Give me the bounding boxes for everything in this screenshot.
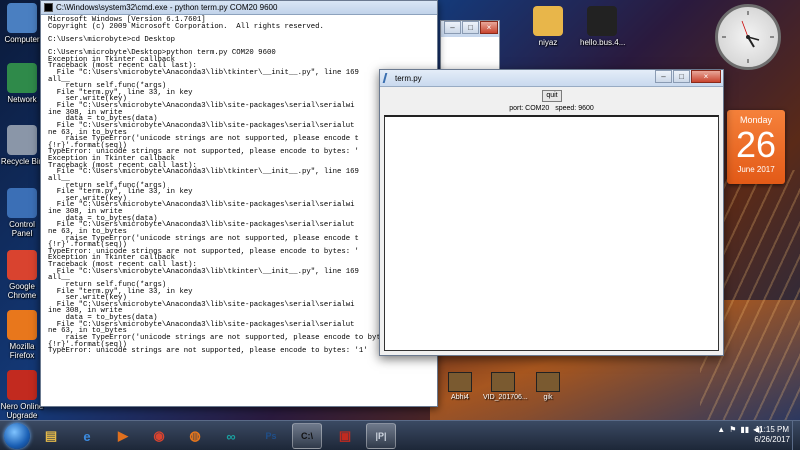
desktop-icon-label: Recycle Bin [0,157,44,166]
taskbar-button[interactable]: ◉ [144,423,174,449]
close-button[interactable]: × [691,70,721,83]
recycle-bin-icon [7,125,37,155]
quit-button[interactable]: quit [542,90,562,102]
show-desktop-button[interactable] [792,421,800,450]
desktop-file-label: VID_201706... [483,394,528,401]
network-icon [7,63,37,93]
desktop-icon[interactable]: Google Chrome [0,250,44,300]
network-tray-icon[interactable]: ▮▮ [740,425,749,434]
video-thumb-icon [448,372,472,392]
tray-arrow-icon[interactable]: ▲ [717,425,725,434]
desktop-file-icon[interactable]: Abhi4 [440,372,480,401]
desktop-file-label: gik [543,394,553,401]
explorer-icon: ▤ [44,428,58,443]
desktop-icon[interactable]: niyaz [526,6,570,47]
clock[interactable]: 11:15 PM 6/26/2017 [754,425,790,445]
blank-window-titlebar[interactable]: – □ × [441,21,499,37]
clock-face-icon [722,11,774,63]
arduino-icon: ∞ [226,428,236,444]
chrome-icon: ◉ [153,428,165,443]
ie-icon: e [83,428,91,444]
maximize-button[interactable]: □ [462,21,479,34]
computer-icon [7,3,37,33]
cmd-icon: C:\ [301,431,313,441]
desktop-icon-label: Control Panel [9,220,35,238]
control-panel-icon [7,188,37,218]
toolbox-icon: ▣ [338,428,352,443]
flag-icon[interactable]: ⚑ [729,425,736,434]
media-player-icon: ▶ [118,428,128,443]
desktop-file-label: Abhi4 [451,394,469,401]
maximize-button[interactable]: □ [673,70,690,83]
taskbar-button[interactable]: ▣ [330,423,360,449]
cmd-icon [44,3,53,12]
console-line: C:\Users\microbyte>cd Desktop [48,35,175,44]
desktop-icon-label: Network [7,95,37,104]
desktop-icon[interactable]: Control Panel [0,188,44,238]
term-title: term.py [395,73,422,83]
firefox-icon [7,310,37,340]
video-thumb-icon [536,372,560,392]
folder-icon [533,6,563,36]
clock-time: 11:15 PM [755,425,790,434]
desktop-file-icon[interactable]: VID_201706... [483,372,528,401]
taskbar-button[interactable]: e [72,423,102,449]
desktop-icon-label: Google Chrome [7,282,37,300]
desktop-icon[interactable]: Recycle Bin [0,125,44,166]
nero-icon [7,370,37,400]
cmd-titlebar[interactable]: C:\Windows\system32\cmd.exe - python ter… [41,1,437,15]
desktop-icon[interactable]: Computer [0,3,44,44]
port-label: port: COM20 [509,105,550,112]
taskbar-button[interactable]: Ps [256,423,286,449]
desktop-icon[interactable]: Network [0,63,44,104]
taskbar-button[interactable]: C:\ [292,423,322,449]
taskbar: ▤ e ▶ ◉ ◍ ∞ Ps C:\ ▣ |P| ▲ ⚑ ▮▮ ◀) 11:15 PM 6/26/… [0,420,800,450]
file-icon [587,6,617,36]
start-button[interactable] [4,423,30,449]
calendar-day: Monday [739,115,773,125]
terminal-text-area[interactable] [384,115,719,351]
minimize-button[interactable]: – [444,21,461,34]
cmd-title: C:\Windows\system32\cmd.exe - python ter… [56,3,278,12]
taskbar-button[interactable]: ◍ [180,423,210,449]
taskbar-button[interactable]: ∞ [216,423,246,449]
chrome-icon [7,250,37,280]
console-line: Copyright (c) 2009 Microsoft Corporation… [48,22,324,31]
firefox-icon: ◍ [189,428,201,443]
desktop-icon[interactable]: Mozilla Firefox [0,310,44,360]
photoshop-icon: Ps [265,431,277,441]
calendar-gadget[interactable]: Monday 26 June 2017 [727,110,785,184]
desktop-icon-label: niyaz [538,38,558,47]
term-window[interactable]: term.py – □ × quit port: COM20 speed: 96… [379,69,724,356]
clock-date: 6/26/2017 [754,435,790,444]
desktop-icon-label: Mozilla Firefox [9,342,35,360]
desktop-file-icon[interactable]: gik [528,372,568,401]
cmd-output[interactable]: Microsoft Windows [Version 6.1.7601] Copy… [41,15,437,406]
minimize-button[interactable]: – [655,70,672,83]
video-thumb-icon [491,372,515,392]
desktop-icon-label: Nero Online Upgrade [0,402,44,420]
desktop-icon[interactable]: Nero Online Upgrade [0,370,44,420]
taskbar-button[interactable]: |P| [366,423,396,449]
calendar-month: June 2017 [737,165,775,174]
term-titlebar[interactable]: term.py – □ × [380,70,723,87]
clock-gadget[interactable] [715,4,781,70]
port-status: port: COM20 speed: 9600 [380,105,723,112]
speed-label: speed: 9600 [555,105,594,112]
tk-feather-icon [382,73,393,83]
desktop-icon-label: hello.bus.4... [580,38,626,47]
taskbar-button[interactable]: ▶ [108,423,138,449]
desktop-icon[interactable]: hello.bus.4... [580,6,626,47]
calendar-date: 26 [735,124,777,165]
desktop-icon-label: Computer [4,35,40,44]
python-tk-icon: |P| [375,431,387,441]
close-button[interactable]: × [480,21,498,34]
taskbar-button[interactable]: ▤ [36,423,66,449]
